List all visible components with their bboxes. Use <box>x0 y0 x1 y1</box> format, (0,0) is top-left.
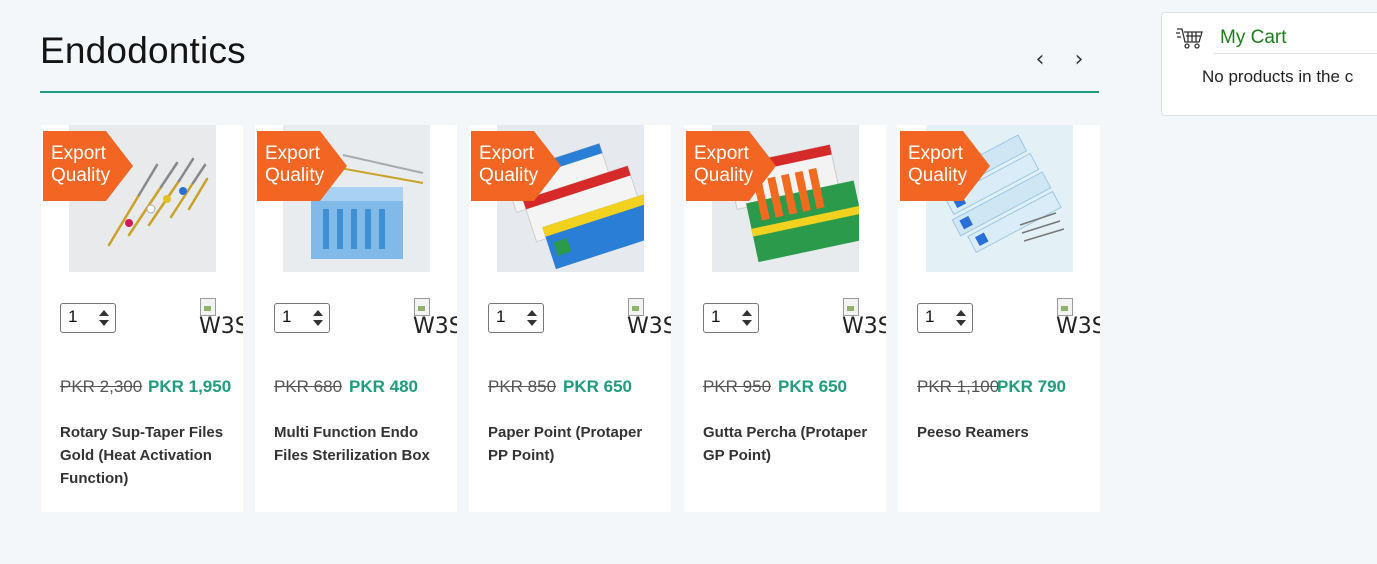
product-card[interactable]: Export Quality 1 W3S PKR 2,300 PKR 1,950 … <box>41 125 243 512</box>
product-name[interactable]: Peeso Reamers <box>917 421 1092 444</box>
product-card[interactable]: Export Quality 1 W3S PKR 680 PKR 480 Mult… <box>255 125 457 512</box>
broken-image[interactable]: W3S <box>1056 297 1100 341</box>
quantity-value[interactable]: 1 <box>496 307 505 327</box>
quantity-value[interactable]: 1 <box>711 307 720 327</box>
quantity-stepper[interactable]: 1 <box>703 303 759 333</box>
chevron-up-icon[interactable] <box>99 310 109 316</box>
chevron-down-icon[interactable] <box>527 320 537 326</box>
broken-image[interactable]: W3S <box>842 297 886 341</box>
product-name[interactable]: Multi Function Endo Files Sterilization … <box>274 421 449 467</box>
chevron-down-icon[interactable] <box>742 320 752 326</box>
product-card[interactable]: Export Quality 1 W3S PKR 950 PKR 650 Gutt… <box>684 125 886 512</box>
carousel-prev-button[interactable]: ‹ <box>1028 46 1052 74</box>
chevron-down-icon[interactable] <box>99 320 109 326</box>
chevron-up-icon[interactable] <box>956 310 966 316</box>
chevron-down-icon[interactable] <box>956 320 966 326</box>
quantity-value[interactable]: 1 <box>282 307 291 327</box>
section-title: Endodontics <box>40 30 246 71</box>
old-price: PKR 850 <box>488 377 557 396</box>
carousel-next-button[interactable]: › <box>1067 46 1091 74</box>
product-card[interactable]: Export Quality 1 W3S PKR 1,100 PKR 790 Pe… <box>898 125 1100 512</box>
chevron-up-icon[interactable] <box>742 310 752 316</box>
sale-price: PKR 650 <box>563 377 632 396</box>
title-divider <box>40 91 1099 93</box>
sale-price: PKR 480 <box>349 377 418 396</box>
chevron-down-icon[interactable] <box>313 320 323 326</box>
cart-divider <box>1214 53 1377 54</box>
old-price: PKR 2,300 <box>60 377 143 396</box>
mini-cart[interactable]: My Cart No products in the c <box>1161 12 1377 116</box>
quantity-value[interactable]: 1 <box>68 307 77 327</box>
quantity-stepper[interactable]: 1 <box>60 303 116 333</box>
quantity-stepper[interactable]: 1 <box>488 303 544 333</box>
sale-price: PKR 1,950 <box>148 377 232 396</box>
product-name[interactable]: Gutta Percha (Protaper GP Point) <box>703 421 878 467</box>
broken-image[interactable]: W3S <box>413 297 457 341</box>
cart-empty-message: No products in the c <box>1202 67 1354 86</box>
product-card[interactable]: Export Quality 1 W3S PKR 850 PKR 650 Pape… <box>469 125 671 512</box>
broken-image[interactable]: W3S <box>627 297 671 341</box>
chevron-up-icon[interactable] <box>527 310 537 316</box>
quantity-value[interactable]: 1 <box>925 307 934 327</box>
old-price: PKR 680 <box>274 377 343 396</box>
sale-price: PKR 790 <box>997 377 1066 396</box>
cart-title[interactable]: My Cart <box>1220 27 1287 49</box>
quantity-stepper[interactable]: 1 <box>274 303 330 333</box>
broken-image[interactable]: W3S <box>199 297 243 341</box>
quantity-stepper[interactable]: 1 <box>917 303 973 333</box>
chevron-up-icon[interactable] <box>313 310 323 316</box>
old-price: PKR 950 <box>703 377 772 396</box>
product-name[interactable]: Rotary Sup-Taper Files Gold (Heat Activa… <box>60 421 235 490</box>
product-name[interactable]: Paper Point (Protaper PP Point) <box>488 421 663 467</box>
sale-price: PKR 650 <box>778 377 847 396</box>
old-price: PKR 1,100 <box>917 377 1000 396</box>
shopping-cart-icon[interactable] <box>1176 25 1204 51</box>
